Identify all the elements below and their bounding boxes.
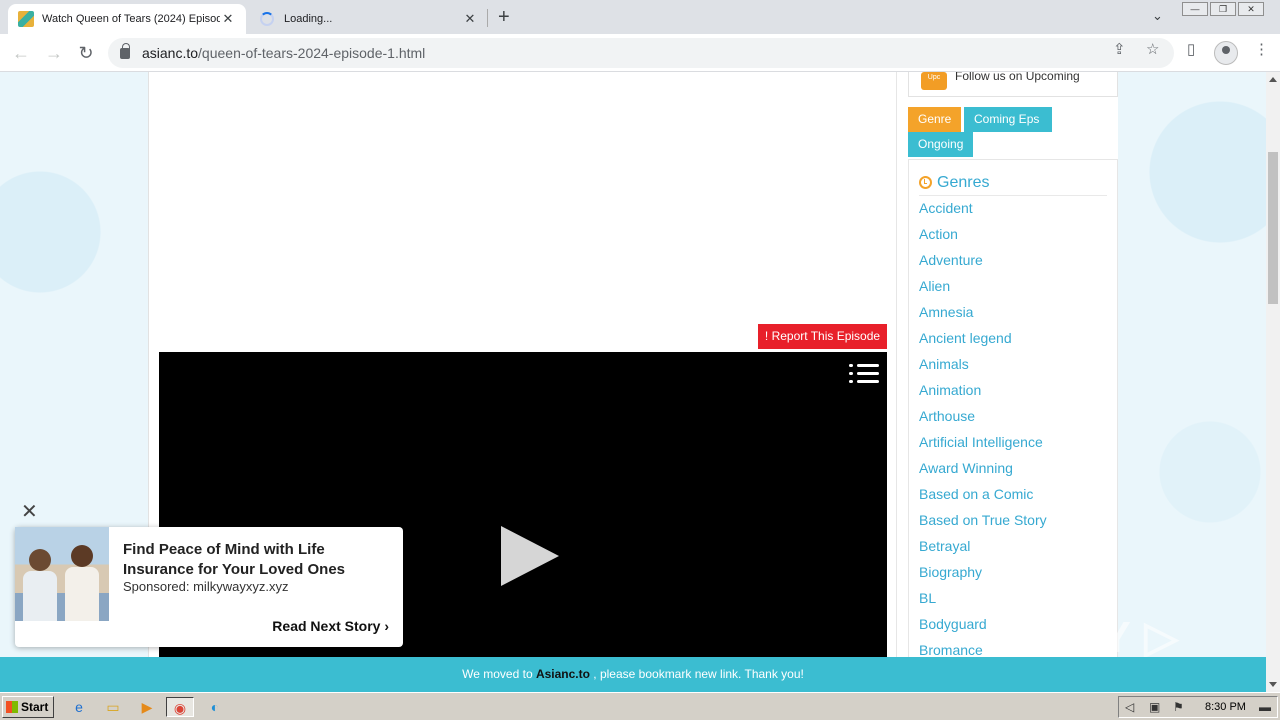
genre-link[interactable]: Based on a Comic [919, 486, 1033, 502]
tab-strip: Watch Queen of Tears (2024) Episode ✕ Lo… [0, 0, 1280, 34]
flag-icon[interactable]: ⚑ [1173, 700, 1184, 714]
tab-separator [487, 9, 488, 27]
sponsored-ad-popup[interactable]: Find Peace of Mind with Life Insurance f… [15, 527, 403, 647]
genre-link[interactable]: Biography [919, 564, 982, 580]
play-icon[interactable] [501, 526, 559, 586]
genre-link[interactable]: Animals [919, 356, 969, 372]
windows-taskbar: Start e ▭ ▶ ◉ ◐ ◁ ▣ ⚑ 8:30 PM ▬ [0, 692, 1280, 720]
site-favicon-icon [18, 11, 34, 27]
ad-close-icon[interactable]: ✕ [21, 502, 38, 522]
ad-sponsored-label: Sponsored: milkywayxyz.xyz [123, 579, 289, 594]
page-viewport: ! Report This Episode Upc Follow us on U… [0, 72, 1266, 692]
side-panel-icon[interactable]: ▯ [1187, 40, 1195, 58]
moved-notice-bar: We moved to Asianc.to , please bookmark … [0, 657, 1266, 692]
loading-spinner-icon [260, 12, 274, 26]
genre-link[interactable]: BL [919, 590, 936, 606]
genre-link[interactable]: Amnesia [919, 304, 973, 320]
folder-icon[interactable]: ▭ [102, 697, 124, 717]
follow-text: Follow us on Upcoming [955, 72, 1080, 83]
tab-genre[interactable]: Genre [908, 107, 962, 132]
genre-link[interactable]: Animation [919, 382, 981, 398]
genre-link[interactable]: Bodyguard [919, 616, 987, 632]
minimize-button[interactable]: — [1182, 2, 1208, 16]
close-window-button[interactable]: ✕ [1238, 2, 1264, 16]
notice-prefix: We moved to [462, 667, 536, 681]
url-host: asianc.to [142, 45, 199, 61]
genre-link[interactable]: Artificial Intelligence [919, 434, 1043, 450]
genre-link[interactable]: Bromance [919, 642, 983, 658]
genre-link[interactable]: Based on True Story [919, 512, 1047, 528]
profile-avatar[interactable] [1214, 41, 1238, 65]
genre-link[interactable]: Accident [919, 200, 973, 216]
notice-suffix: , please bookmark new link. Thank you! [589, 667, 804, 681]
notice-link[interactable]: Asianc.to [536, 667, 590, 681]
ad-title[interactable]: Find Peace of Mind with Life Insurance f… [123, 540, 393, 580]
sidebar: Upc Follow us on Upcoming Genre Coming E… [908, 72, 1118, 692]
reload-icon[interactable]: ↻ [75, 42, 97, 64]
lock-icon[interactable] [120, 42, 130, 59]
start-button[interactable]: Start [2, 696, 54, 718]
genre-link[interactable]: Arthouse [919, 408, 975, 424]
chrome-menu-icon[interactable]: ⋮ [1254, 40, 1269, 58]
clock-icon [919, 176, 932, 189]
genre-link[interactable]: Action [919, 226, 958, 242]
edge-icon[interactable]: ◐ [204, 697, 226, 717]
window-controls: — ❐ ✕ [1180, 2, 1264, 16]
system-tray: ◁ ▣ ⚑ 8:30 PM ▬ [1118, 696, 1278, 718]
genre-link[interactable]: Alien [919, 278, 950, 294]
forward-arrow-icon[interactable]: → [43, 42, 65, 64]
page-scrollbar[interactable] [1266, 72, 1280, 692]
close-tab-icon[interactable]: ✕ [462, 11, 478, 27]
browser-toolbar: ← → ↻ asianc.to/queen-of-tears-2024-epis… [0, 34, 1280, 72]
tab-ongoing[interactable]: Ongoing [908, 132, 974, 157]
back-arrow-icon[interactable]: ← [10, 42, 32, 64]
genre-link[interactable]: Betrayal [919, 538, 970, 554]
report-episode-button[interactable]: ! Report This Episode [758, 324, 887, 349]
genres-heading: Genres [919, 170, 1107, 196]
url-path: /queen-of-tears-2024-episode-1.html [198, 45, 426, 61]
tab-title: Loading... [284, 13, 333, 25]
new-tab-button[interactable]: + [498, 6, 510, 29]
scroll-down-arrow-icon[interactable] [1269, 682, 1277, 687]
media-icon[interactable]: ▶ [136, 697, 158, 717]
bookmark-star-icon[interactable]: ☆ [1146, 40, 1159, 58]
share-icon[interactable]: ⇪ [1113, 40, 1126, 58]
network-icon[interactable]: ▣ [1149, 700, 1160, 714]
upcoming-logo-icon: Upc [921, 72, 947, 90]
scroll-up-arrow-icon[interactable] [1269, 77, 1277, 82]
tab-search-icon[interactable]: ⌄ [1152, 8, 1163, 24]
tab-queen-of-tears[interactable]: Watch Queen of Tears (2024) Episode ✕ [8, 4, 246, 34]
tab-loading[interactable]: Loading... ✕ [250, 4, 488, 34]
chrome-icon[interactable]: ◉ [166, 697, 194, 717]
genre-link[interactable]: Adventure [919, 252, 983, 268]
playlist-icon[interactable] [849, 362, 879, 386]
address-bar[interactable]: asianc.to/queen-of-tears-2024-episode-1.… [108, 38, 1174, 68]
taskbar-clock: 8:30 PM [1205, 701, 1246, 713]
ad-image[interactable] [15, 527, 109, 621]
volume-icon[interactable]: ◁ [1125, 700, 1134, 714]
close-tab-icon[interactable]: ✕ [220, 11, 236, 27]
genres-title: Genres [937, 173, 990, 191]
restore-button[interactable]: ❐ [1210, 2, 1236, 16]
read-next-story-link[interactable]: Read Next Story › [272, 618, 389, 634]
follow-upcoming-box[interactable]: Upc Follow us on Upcoming [908, 72, 1118, 97]
tab-coming-eps[interactable]: Coming Eps [964, 107, 1052, 132]
show-desktop-icon[interactable]: ▬ [1259, 700, 1271, 714]
tab-title: Watch Queen of Tears (2024) Episode [42, 13, 220, 25]
genre-link[interactable]: Award Winning [919, 460, 1013, 476]
genre-link[interactable]: Ancient legend [919, 330, 1012, 346]
ie-icon[interactable]: e [68, 697, 90, 717]
scroll-thumb[interactable] [1268, 152, 1278, 304]
